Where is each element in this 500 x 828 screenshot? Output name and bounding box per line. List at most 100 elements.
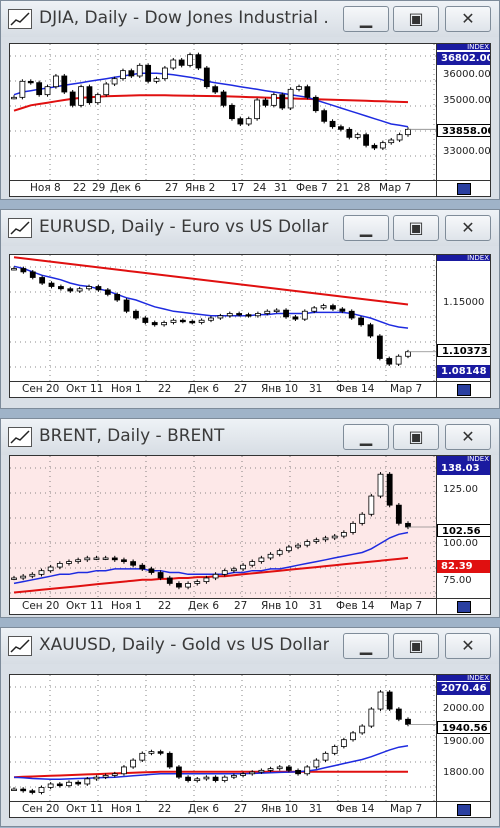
candle: [53, 75, 59, 88]
candle: [226, 313, 233, 317]
candle: [313, 759, 320, 768]
minimize-button[interactable]: ▁: [343, 6, 389, 32]
candle: [66, 781, 72, 787]
candle: [386, 358, 393, 365]
price-axis[interactable]: INDEX 2070.46 2000.00 1940.56 1900.00 18…: [437, 674, 491, 802]
candle: [258, 557, 265, 562]
x-tick-label: 22: [158, 383, 172, 395]
time-axis[interactable]: Ноя 8 22 29 Дек 6 27 Янв 2 17 24 31 Фев …: [9, 181, 437, 197]
candle: [176, 583, 182, 588]
close-button[interactable]: ✕: [445, 633, 491, 659]
candle: [161, 322, 167, 326]
candle: [104, 289, 111, 295]
candle: [187, 54, 193, 66]
x-tick-label: Мар 7: [390, 383, 423, 395]
axis-corner[interactable]: [437, 599, 491, 615]
candle: [340, 532, 347, 537]
candle: [69, 91, 76, 106]
axis-corner[interactable]: [437, 382, 491, 398]
ma-slow-line: [13, 556, 409, 594]
chart-window-brent[interactable]: BRENT, Daily - BRENT ▁ ▣ ✕ INDEX 138.03 …: [0, 418, 500, 618]
maximize-button[interactable]: ▣: [393, 424, 439, 450]
window-titlebar[interactable]: EURUSD, Daily - Euro vs US Dollar ▁ ▣ ✕: [1, 210, 499, 246]
x-tick-label: Фев 14: [336, 383, 375, 395]
window-titlebar[interactable]: DJIA, Daily - Dow Jones Industrial ... ▁…: [1, 1, 499, 37]
maximize-button[interactable]: ▣: [393, 215, 439, 241]
time-axis[interactable]: Сен 20 Окт 11 Ноя 1 22 Дек 6 27 Янв 10 3…: [9, 599, 437, 615]
candle: [311, 307, 318, 312]
candle: [301, 310, 308, 320]
candle: [20, 268, 27, 273]
chart-icon: [8, 636, 32, 656]
minimize-button[interactable]: ▁: [343, 633, 389, 659]
maximize-button[interactable]: ▣: [393, 633, 439, 659]
close-icon: ✕: [461, 427, 475, 446]
candle: [388, 139, 395, 144]
candle: [48, 282, 55, 287]
candle: [179, 319, 186, 323]
current-price-badge: 1940.56: [437, 721, 490, 734]
plot-area[interactable]: [9, 455, 437, 599]
candle: [84, 778, 91, 785]
candle: [121, 766, 127, 775]
candle: [304, 766, 311, 775]
chart-window-djia[interactable]: DJIA, Daily - Dow Jones Industrial ... ▁…: [0, 0, 500, 200]
plot-area[interactable]: [9, 43, 437, 181]
close-button[interactable]: ✕: [445, 424, 491, 450]
axis-corner[interactable]: [437, 802, 491, 818]
candle: [212, 776, 219, 781]
candle: [194, 581, 201, 584]
window-titlebar[interactable]: BRENT, Daily - BRENT ▁ ▣ ✕: [1, 419, 499, 455]
candle: [198, 319, 205, 323]
plot-area[interactable]: [9, 254, 437, 382]
plot-area[interactable]: [9, 674, 437, 802]
time-axis[interactable]: Сен 20 Окт 11 Ноя 1 22 Дек 6 27 Янв 10 3…: [9, 382, 437, 398]
x-tick-label: Мар 7: [390, 803, 423, 815]
maximize-button[interactable]: ▣: [393, 6, 439, 32]
x-tick-label: 31: [309, 383, 323, 395]
candle: [166, 752, 173, 768]
candle: [29, 790, 36, 793]
candle: [371, 144, 378, 149]
candle: [95, 286, 102, 291]
candle: [194, 778, 201, 781]
y-tick-label: 100.00: [443, 538, 478, 549]
candle: [249, 771, 256, 775]
x-tick-label: 27: [165, 182, 179, 194]
chart-window-eurusd[interactable]: EURUSD, Daily - Euro vs US Dollar ▁ ▣ ✕ …: [0, 209, 500, 409]
candle: [75, 559, 82, 562]
close-button[interactable]: ✕: [445, 215, 491, 241]
time-axis[interactable]: Сен 20 Окт 11 Ноя 1 22 Дек 6 27 Янв 10 3…: [9, 802, 437, 818]
candle: [130, 759, 137, 768]
candle: [203, 577, 210, 583]
y-tick-label: 75.00: [443, 575, 472, 586]
candle: [148, 568, 155, 573]
x-tick-label: Фев 14: [336, 600, 375, 612]
candle: [195, 54, 202, 69]
candle: [11, 268, 17, 271]
chart-window-xauusd[interactable]: XAUUSD, Daily - Gold vs US Dollar ▁ ▣ ✕ …: [0, 627, 500, 827]
index-label: INDEX: [437, 675, 490, 681]
candle: [56, 783, 63, 787]
candle: [367, 324, 374, 337]
price-axis[interactable]: INDEX 1.15000 1.10373 1.08148: [437, 254, 491, 382]
candle: [139, 752, 146, 761]
candle: [217, 315, 224, 319]
candle: [47, 566, 54, 572]
axis-corner[interactable]: [437, 181, 491, 197]
candle: [285, 546, 292, 552]
candle: [359, 725, 366, 734]
x-tick-label: Янв 10: [261, 600, 299, 612]
price-axis[interactable]: INDEX 138.03 125.00 102.56 100.00 82.39 …: [437, 455, 491, 599]
current-price-badge: 102.56: [437, 524, 490, 537]
y-tick-label: 1900.00: [443, 736, 485, 747]
autoscroll-icon: [457, 804, 471, 816]
price-axis[interactable]: INDEX 36802.00 36000.00 35000.00 33858.0…: [437, 43, 491, 181]
candle: [270, 94, 277, 106]
minimize-button[interactable]: ▁: [343, 424, 389, 450]
candle: [395, 355, 402, 365]
window-titlebar[interactable]: XAUUSD, Daily - Gold vs US Dollar ▁ ▣ ✕: [1, 628, 499, 664]
minimize-button[interactable]: ▁: [343, 215, 389, 241]
candle: [121, 559, 127, 562]
close-button[interactable]: ✕: [445, 6, 491, 32]
